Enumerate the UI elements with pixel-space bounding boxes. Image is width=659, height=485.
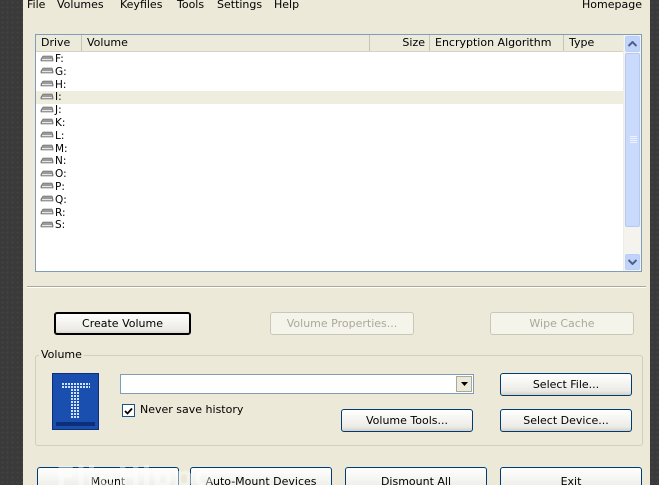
drive-letter: H: [55,78,67,91]
drive-letter: J: [55,104,62,117]
truecrypt-main-window: File Volumes Keyfiles Tools Settings Hel… [23,0,650,485]
truecrypt-logo-icon [52,373,99,430]
drive-icon [40,119,54,125]
menu-settings[interactable]: Settings [217,0,262,12]
wipe-cache-button[interactable]: Wipe Cache [490,312,634,335]
menu-help[interactable]: Help [274,0,299,12]
truecrypt-t-icon [53,374,98,429]
select-device-button[interactable]: Select Device... [500,409,632,432]
menu-file[interactable]: File [27,0,45,12]
drive-icon [40,170,54,176]
drive-letter: K: [55,116,66,129]
volume-group-label: Volume [39,348,84,361]
drive-letter: O: [55,168,67,181]
drive-row[interactable]: H: [36,79,626,92]
menu-tools[interactable]: Tools [177,0,204,12]
volume-tools-button[interactable]: Volume Tools... [341,409,473,432]
volume-properties-button[interactable]: Volume Properties... [270,312,414,335]
drive-icon [40,106,54,112]
drive-list-scrollbar[interactable] [623,35,641,271]
drive-letter: Q: [55,193,67,206]
drive-letter: L: [55,129,65,142]
drive-icon [40,208,54,215]
create-volume-button[interactable]: Create Volume [54,312,191,335]
drive-row[interactable]: G: [36,66,626,79]
column-header-drive[interactable]: Drive [36,35,82,51]
drive-icon [40,183,54,189]
drive-row[interactable]: L: [36,130,626,143]
menu-homepage[interactable]: Homepage [582,0,642,12]
grip-line [630,136,637,137]
drive-row[interactable]: N: [36,155,626,168]
drive-rows: F: G: H: I: J: K: L: M: N: O: P: Q: R: S: [36,53,626,232]
dismount-all-button[interactable]: Dismount All [345,467,487,485]
select-file-button[interactable]: Select File... [500,373,632,396]
drive-row[interactable]: S: [36,219,626,232]
volume-path-combo[interactable] [120,374,474,394]
grip-line [630,138,637,139]
column-header-encryption-algorithm[interactable]: Encryption Algorithm [430,35,564,51]
exit-button[interactable]: Exit [500,467,642,485]
scroll-thumb[interactable] [625,53,640,227]
never-save-history-checkbox[interactable] [122,404,135,417]
drive-letter: M: [55,142,68,155]
menu-keyfiles[interactable]: Keyfiles [120,0,162,12]
drive-letter: N: [55,155,67,168]
drive-list-header: Drive Volume Size Encryption Algorithm T… [36,35,626,52]
drive-icon [40,157,54,164]
drive-row[interactable]: K: [36,117,626,130]
drive-row[interactable]: R: [36,207,626,220]
drive-icon [40,195,54,202]
drive-row[interactable]: O: [36,168,626,181]
drive-letter: G: [55,65,67,78]
volume-path-dropdown-button[interactable] [456,376,472,392]
scroll-up-button[interactable] [625,36,640,52]
drive-row[interactable]: I: [36,91,626,105]
drive-icon [40,93,54,100]
checkmark-icon [124,407,133,415]
section-divider [27,286,646,288]
drive-row[interactable]: P: [36,181,626,194]
drive-letter: I: [55,91,62,104]
menu-volumes[interactable]: Volumes [57,0,104,12]
column-header-size[interactable]: Size [370,35,430,51]
grip-line [630,140,637,141]
grip-line [630,142,637,143]
menu-bar: File Volumes Keyfiles Tools Settings Hel… [23,0,650,19]
column-header-volume[interactable]: Volume [82,35,370,51]
scroll-down-button[interactable] [625,254,640,270]
drive-icon [40,131,54,138]
drive-row[interactable]: F: [36,53,626,66]
volume-groupbox [35,355,643,446]
chevron-up-icon [628,41,637,47]
drive-icon [40,80,54,87]
drive-row[interactable]: Q: [36,194,626,207]
drive-icon [40,67,54,74]
drive-letter: F: [55,53,64,65]
drive-icon [40,144,54,151]
watermark-text: FileHippo [56,460,215,485]
dropdown-arrow-icon [460,382,468,386]
drive-letter: S: [55,219,66,232]
drive-icon [40,221,54,228]
chevron-down-icon [628,259,637,265]
column-header-type[interactable]: Type [564,35,626,51]
drive-row[interactable]: J: [36,104,626,117]
drive-letter: P: [55,180,65,193]
drive-icon [40,55,54,61]
never-save-history-label: Never save history [140,403,244,416]
drive-letter: R: [55,206,66,219]
drive-list[interactable]: Drive Volume Size Encryption Algorithm T… [35,34,642,272]
drive-row[interactable]: M: [36,143,626,156]
